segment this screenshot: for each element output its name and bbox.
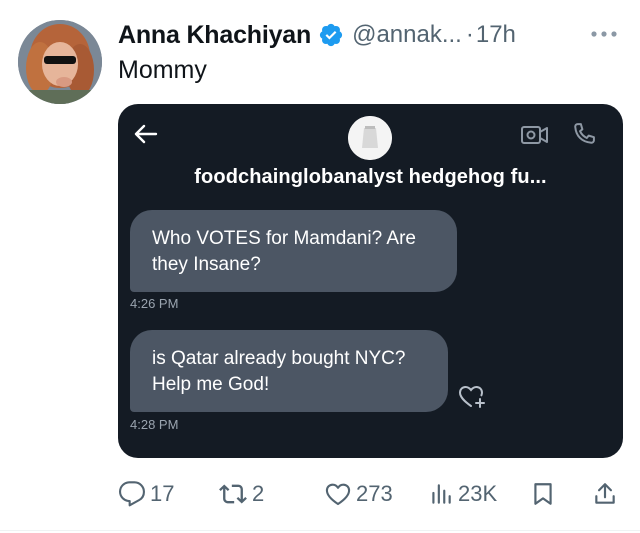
avatar[interactable] xyxy=(18,20,102,104)
repost-count: 2 xyxy=(252,481,265,506)
message-line: Who VOTES for Mamdani? Are xyxy=(152,228,416,249)
views-button[interactable]: 23K xyxy=(428,478,497,510)
author-handle[interactable]: @annak... xyxy=(352,21,462,49)
separator-dot: · xyxy=(465,21,474,48)
tweet-text: Mommy xyxy=(118,56,207,84)
message-bubble: Who VOTES for Mamdani? Are they Insane? xyxy=(130,210,457,292)
message-timestamp: 4:28 PM xyxy=(130,417,179,432)
dm-avatar xyxy=(348,116,392,160)
like-count: 273 xyxy=(356,481,393,506)
bookmark-icon xyxy=(530,480,556,508)
dm-conversation-name: foodchainglobanalyst hedgehog fu... xyxy=(194,166,547,188)
views-icon xyxy=(428,480,454,508)
reply-button[interactable]: 17 xyxy=(118,478,174,510)
message-line: Help me God! xyxy=(152,374,270,395)
views-count: 23K xyxy=(458,481,498,506)
avatar-image xyxy=(18,20,102,104)
video-call-icon xyxy=(520,122,550,148)
like-button[interactable]: 273 xyxy=(324,478,393,510)
bookmark-button[interactable] xyxy=(530,478,556,510)
share-icon xyxy=(592,480,618,508)
heart-add-icon xyxy=(458,384,488,410)
reply-count: 17 xyxy=(150,481,175,506)
tweet-header: Anna Khachiyan @annak... · 17h xyxy=(118,18,622,52)
share-button[interactable] xyxy=(592,478,618,510)
back-arrow-icon xyxy=(132,122,160,146)
tweet-actions: 17 2 273 23K xyxy=(118,478,623,510)
message-line: is Qatar already bought NYC? xyxy=(152,348,406,369)
reply-icon xyxy=(118,480,146,508)
tweet-timestamp[interactable]: 17h xyxy=(476,21,516,49)
author-name[interactable]: Anna Khachiyan xyxy=(118,21,311,50)
repost-button[interactable]: 2 xyxy=(218,478,264,510)
message-timestamp: 4:26 PM xyxy=(130,296,179,311)
tweet-media-image[interactable]: foodchainglobanalyst hedgehog fu... Who … xyxy=(118,104,623,458)
verified-badge-icon xyxy=(318,22,344,48)
phone-icon xyxy=(570,120,598,148)
message-bubble: is Qatar already bought NYC? Help me God… xyxy=(130,330,448,412)
divider xyxy=(0,530,640,531)
message-line: they Insane? xyxy=(152,254,261,275)
repost-icon xyxy=(218,480,248,508)
more-options-icon[interactable] xyxy=(586,20,622,48)
heart-icon xyxy=(324,480,352,508)
